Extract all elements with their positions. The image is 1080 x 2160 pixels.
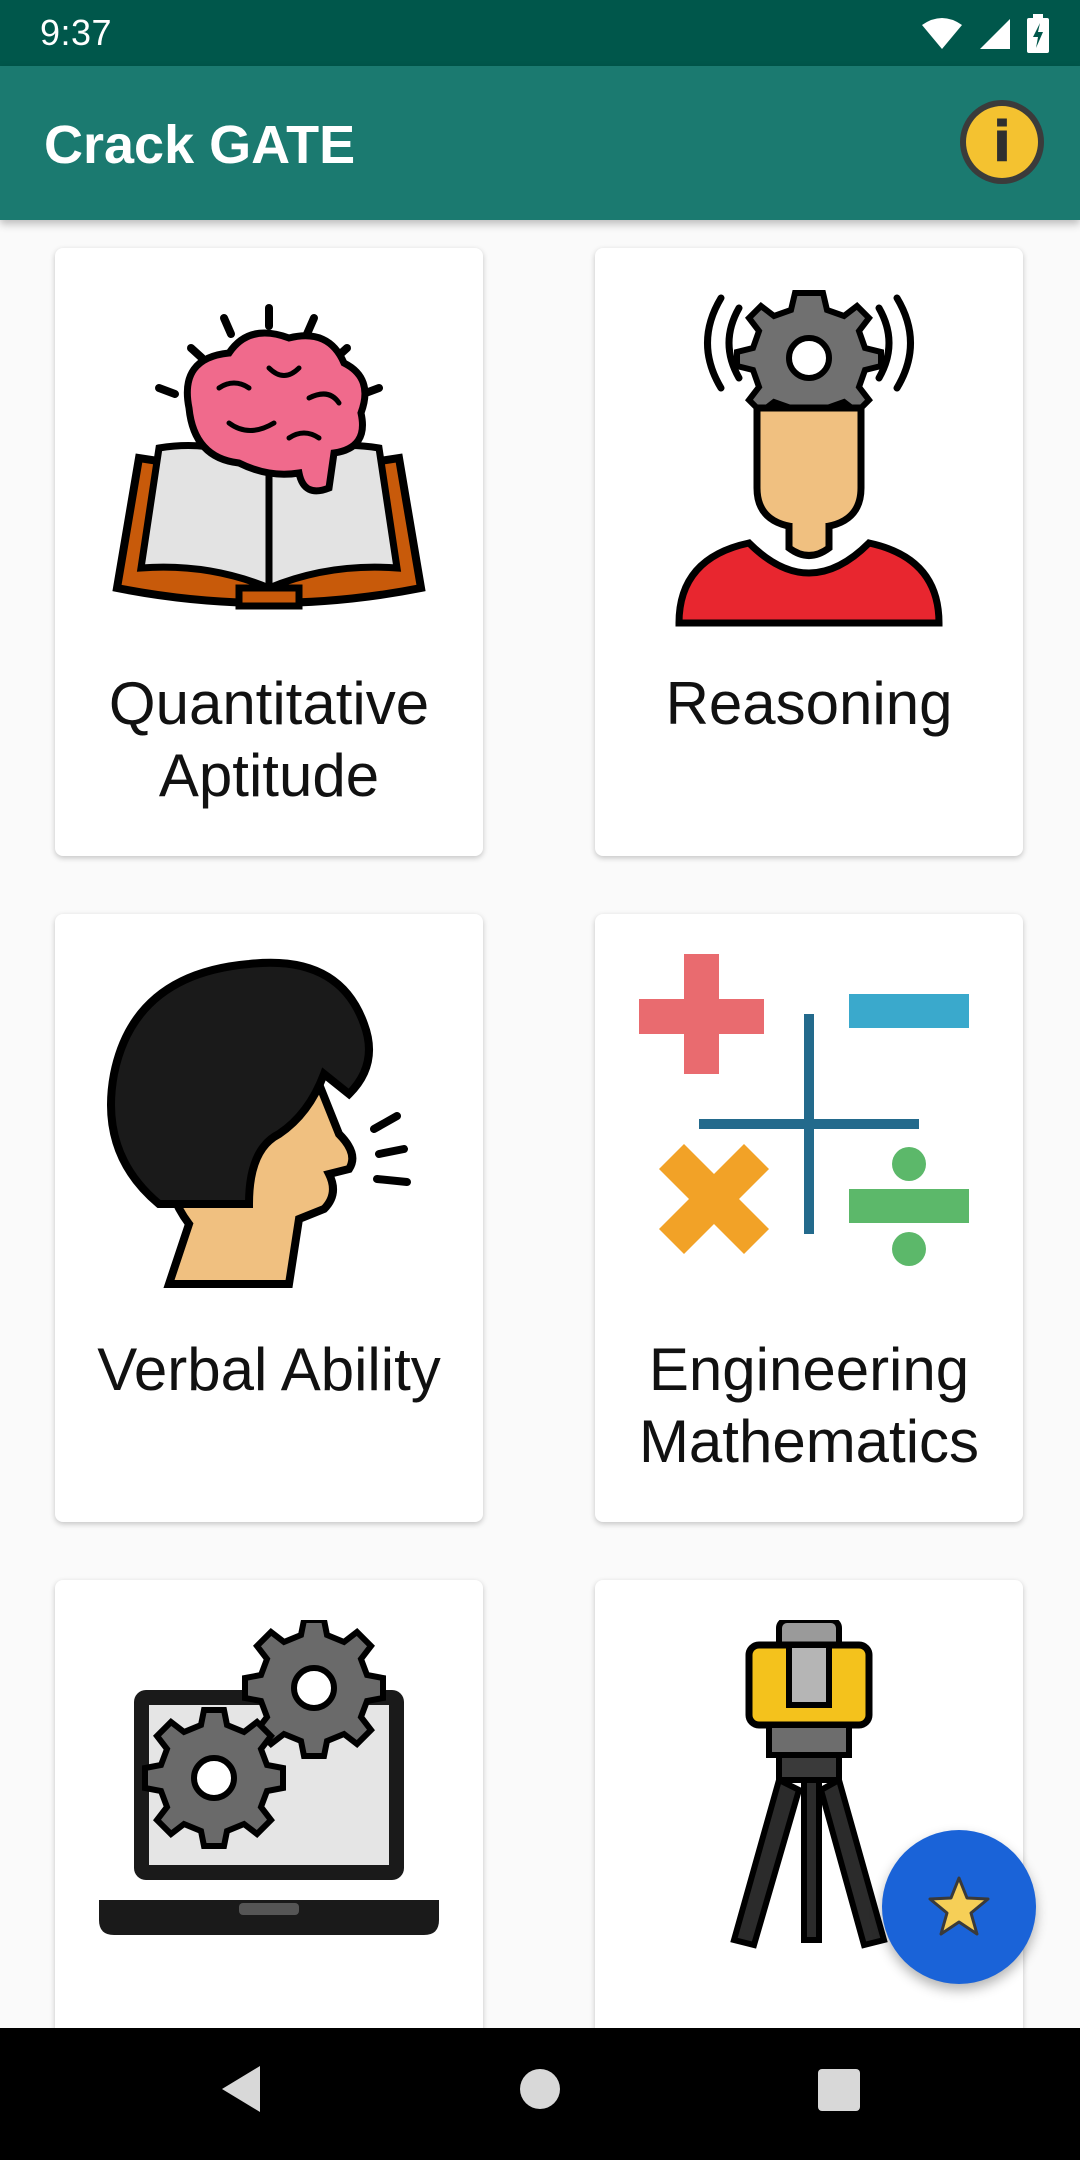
info-icon: i [966, 106, 1038, 178]
home-icon[interactable] [518, 2064, 562, 2114]
category-label: Reasoning [665, 670, 953, 737]
laptop-gears-icon [99, 1620, 439, 1935]
app-bar: Crack GATE i [0, 66, 1080, 220]
category-card-verbal-ability[interactable]: Verbal Ability [55, 914, 483, 1522]
app-title: Crack GATE [44, 115, 356, 175]
category-label: Verbal Ability [97, 1336, 441, 1403]
category-card-engineering-mathematics[interactable]: Engineering Mathematics [595, 914, 1023, 1522]
info-button[interactable]: i [960, 100, 1044, 184]
cellular-icon [980, 19, 1010, 49]
wifi-icon [922, 18, 962, 49]
status-time: 9:37 [40, 12, 113, 53]
math-operators-icon [639, 954, 969, 1266]
recents-icon[interactable] [816, 2064, 862, 2114]
info-icon-glyph: i [992, 109, 1012, 175]
category-card-laptop-gears[interactable] [55, 1580, 483, 2028]
status-bar: 9:37 [0, 0, 1080, 66]
battery-icon [1027, 14, 1049, 53]
category-card-quantitative-aptitude[interactable]: Quantitative Aptitude [55, 248, 483, 856]
back-icon[interactable] [218, 2064, 264, 2114]
category-label: Quantitative Aptitude [108, 670, 430, 809]
speaking-head-icon [107, 958, 411, 1288]
category-grid: Quantitative Aptitude Reasoning Verbal A… [0, 220, 1080, 2028]
status-icons [920, 12, 1050, 56]
star-icon [928, 1876, 990, 1936]
navigation-bar [0, 2028, 1080, 2160]
favorites-fab[interactable] [882, 1830, 1036, 1984]
brain-book-icon [112, 304, 426, 610]
person-gear-icon [675, 290, 943, 627]
category-label: Engineering Mathematics [638, 1336, 980, 1475]
category-card-reasoning[interactable]: Reasoning [595, 248, 1023, 856]
